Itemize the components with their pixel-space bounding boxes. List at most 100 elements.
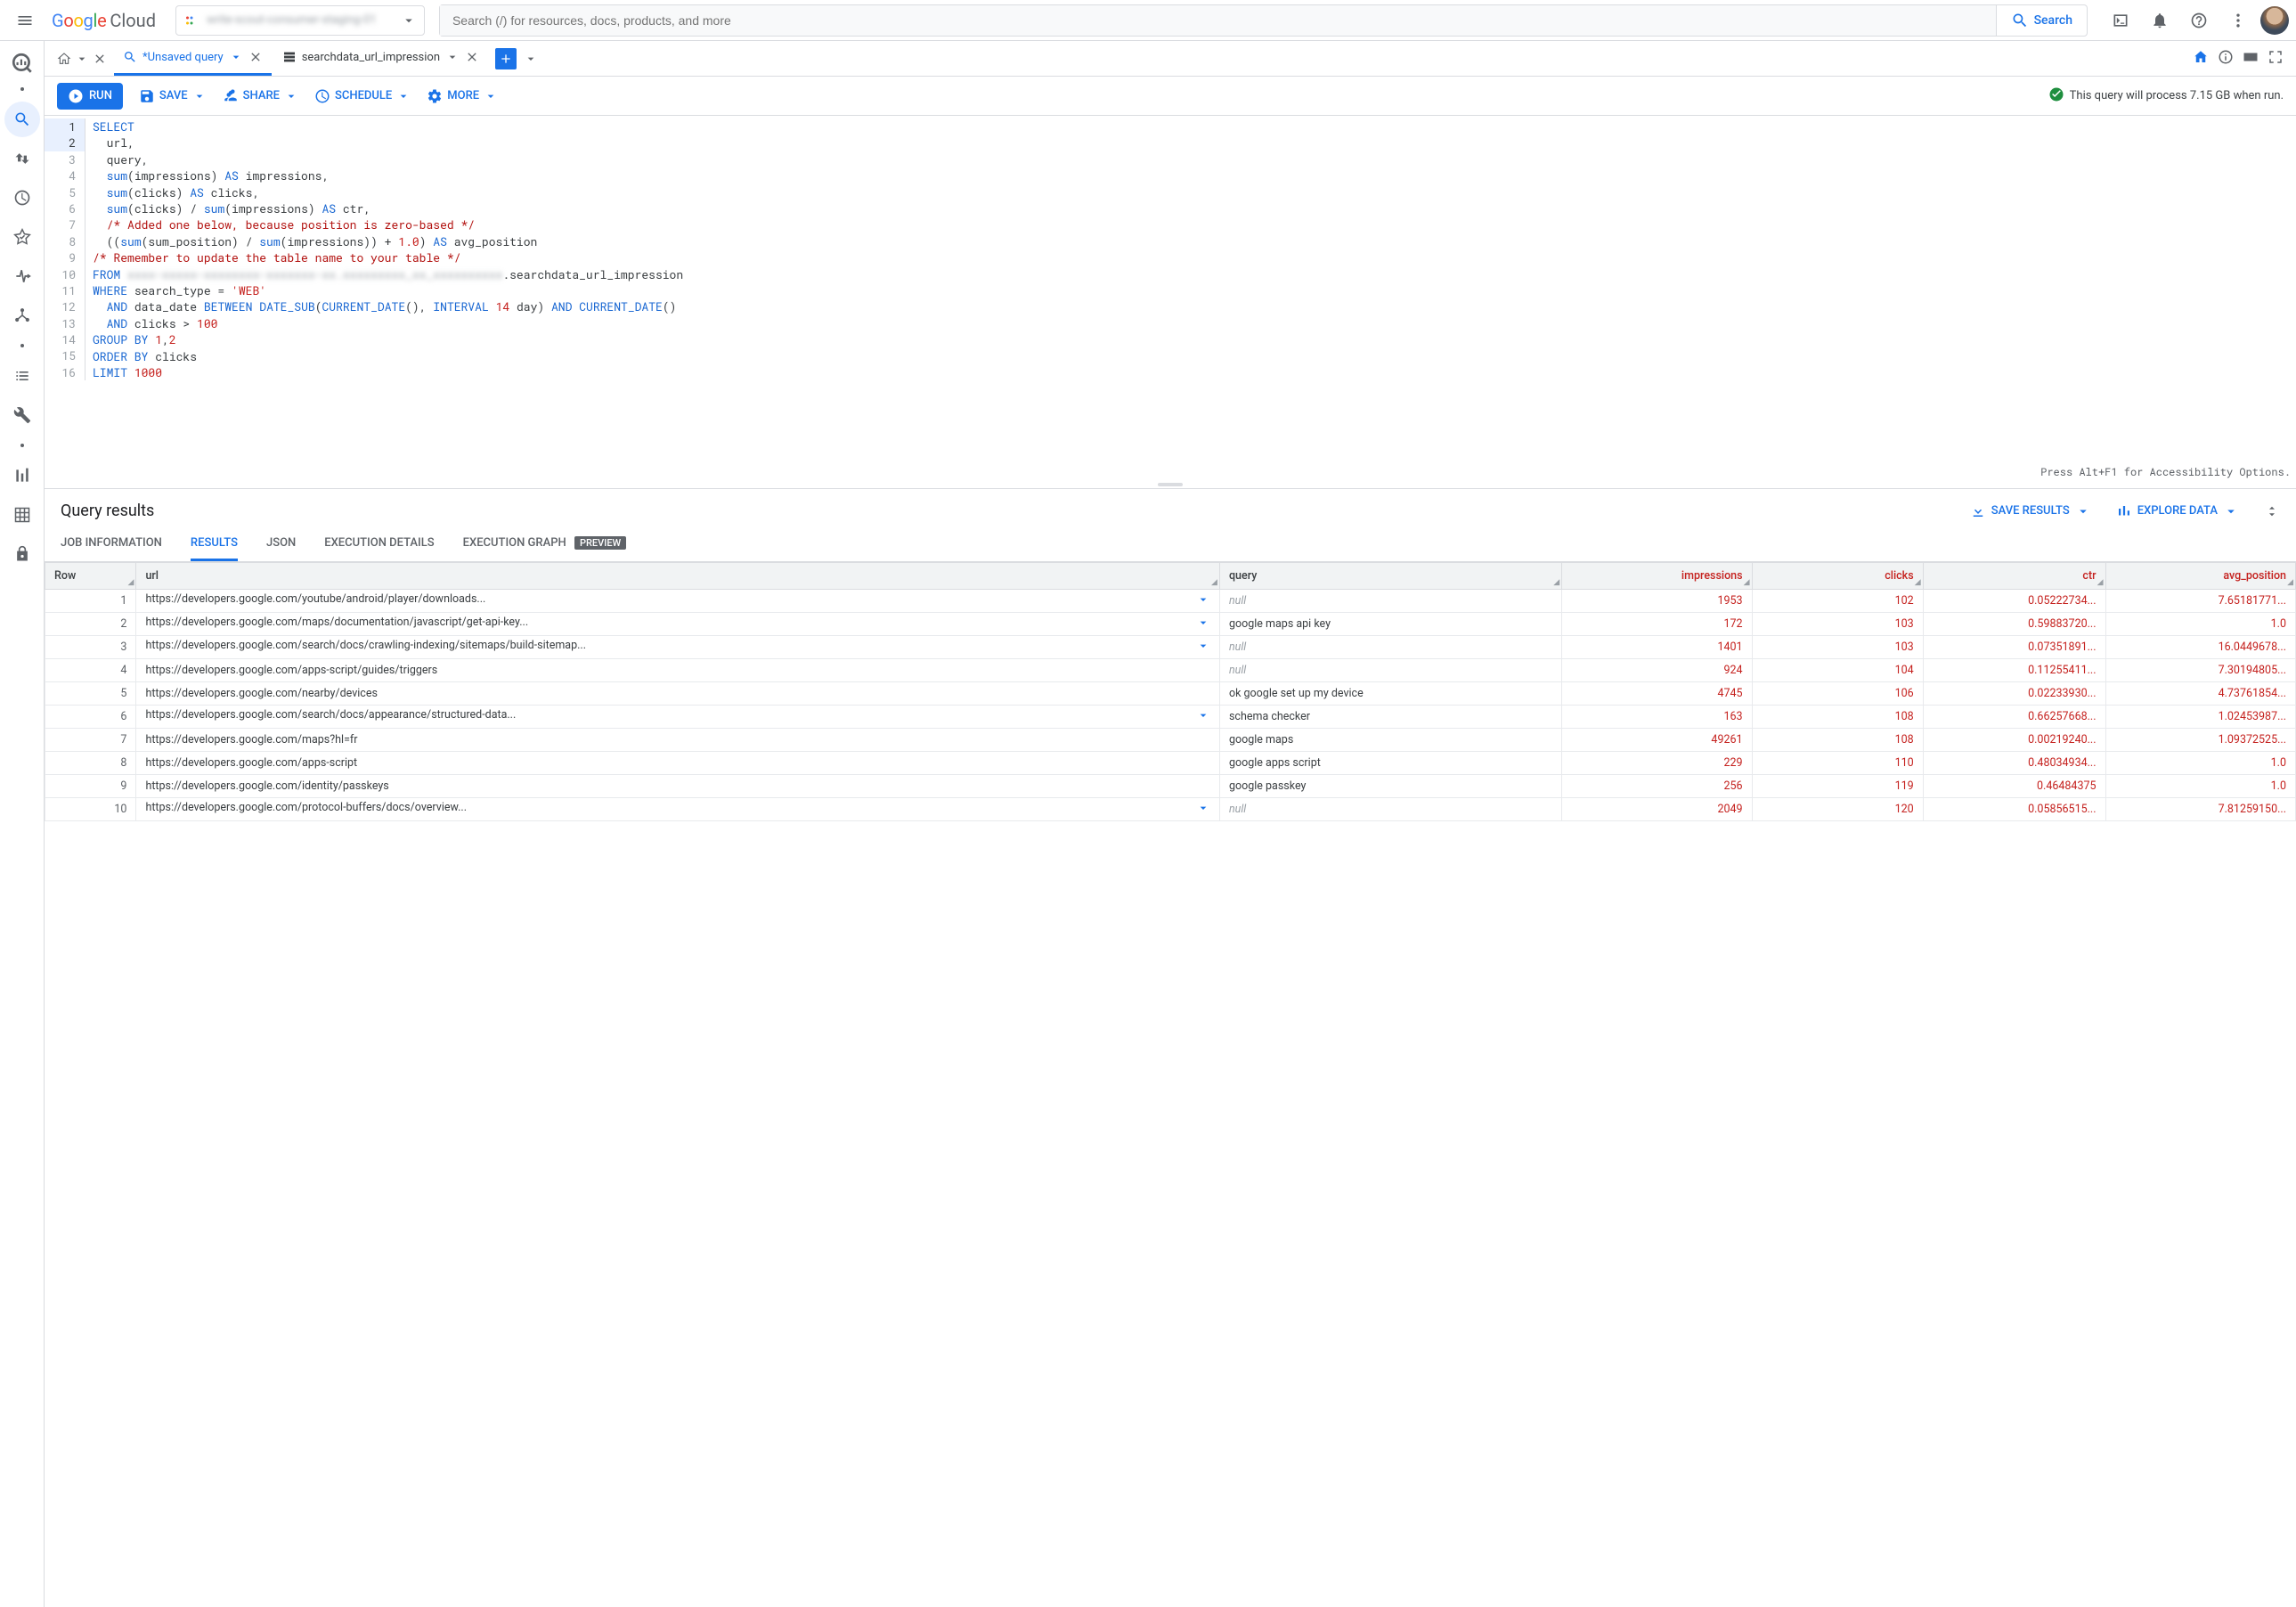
pane-resize-handle[interactable] bbox=[45, 481, 2296, 488]
rail-reservations-icon[interactable] bbox=[4, 219, 40, 255]
user-avatar[interactable] bbox=[2260, 6, 2289, 35]
column-header[interactable]: impressions◢ bbox=[1562, 563, 1752, 590]
gear-icon bbox=[427, 88, 443, 104]
rail-sql-icon[interactable] bbox=[4, 102, 40, 137]
editor-tabs: *Unsaved query searchdata_url_impression bbox=[45, 41, 2296, 77]
fullscreen-icon[interactable] bbox=[2268, 49, 2284, 69]
main-menu-icon[interactable] bbox=[7, 3, 43, 38]
column-header[interactable]: url◢ bbox=[136, 563, 1220, 590]
rail-transfers-icon[interactable] bbox=[4, 141, 40, 176]
home-outline-icon bbox=[57, 52, 71, 66]
tab-exec-graph[interactable]: EXECUTION GRAPH PREVIEW bbox=[463, 527, 627, 561]
share-icon bbox=[223, 88, 239, 104]
save-results-button[interactable]: SAVE RESULTS bbox=[1970, 503, 2091, 519]
caret-down-icon bbox=[2223, 503, 2239, 519]
preview-badge: PREVIEW bbox=[574, 536, 626, 550]
search-icon bbox=[2011, 12, 2029, 29]
table-row[interactable]: 3https://developers.google.com/search/do… bbox=[45, 636, 2296, 659]
share-button[interactable]: SHARE bbox=[223, 88, 298, 104]
sql-editor[interactable]: 12345678910111213141516 SELECT url, quer… bbox=[45, 116, 2296, 481]
rail-biengine-icon[interactable] bbox=[4, 258, 40, 294]
add-tab-button[interactable] bbox=[495, 48, 517, 69]
tab-menu-caret-icon[interactable] bbox=[524, 52, 538, 66]
google-cloud-logo[interactable]: Google Cloud bbox=[52, 10, 156, 31]
more-button[interactable]: MORE bbox=[427, 88, 498, 104]
schedule-icon bbox=[314, 88, 330, 104]
caret-down-icon bbox=[396, 89, 411, 103]
save-button[interactable]: SAVE bbox=[139, 88, 207, 104]
caret-down-icon bbox=[284, 89, 298, 103]
rail-settings-icon[interactable] bbox=[4, 397, 40, 433]
schedule-button[interactable]: SCHEDULE bbox=[314, 88, 411, 104]
tab-table[interactable]: searchdata_url_impression bbox=[273, 41, 488, 76]
column-header[interactable]: ctr◢ bbox=[1923, 563, 2105, 590]
a11y-hint: Press Alt+F1 for Accessibility Options. bbox=[2040, 465, 2291, 479]
query-validation: This query will process 7.15 GB when run… bbox=[2048, 86, 2284, 106]
explore-data-button[interactable]: EXPLORE DATA bbox=[2116, 503, 2239, 519]
home-breadcrumb[interactable] bbox=[52, 52, 112, 66]
tab-results[interactable]: RESULTS bbox=[191, 527, 238, 561]
column-header[interactable]: query◢ bbox=[1219, 563, 1561, 590]
tab-json[interactable]: JSON bbox=[266, 527, 296, 561]
top-header: Google Cloud write-scout-consumer-stagin… bbox=[0, 0, 2296, 41]
project-name: write-scout-consumer-staging-01 bbox=[207, 13, 394, 27]
column-header[interactable]: avg_position◢ bbox=[2105, 563, 2295, 590]
pin-home-icon[interactable] bbox=[2193, 49, 2209, 69]
more-vert-icon[interactable] bbox=[2221, 4, 2255, 37]
notifications-icon[interactable] bbox=[2143, 4, 2177, 37]
info-icon[interactable] bbox=[2218, 49, 2234, 69]
cloud-shell-icon[interactable] bbox=[2104, 4, 2137, 37]
play-icon bbox=[68, 88, 84, 104]
results-table[interactable]: Row◢url◢query◢impressions◢clicks◢ctr◢avg… bbox=[45, 562, 2296, 1607]
results-tabs: JOB INFORMATION RESULTS JSON EXECUTION D… bbox=[45, 527, 2296, 562]
left-rail bbox=[0, 41, 45, 1607]
rail-list-icon[interactable] bbox=[4, 358, 40, 394]
search-button[interactable]: Search bbox=[1996, 5, 2087, 36]
table-row[interactable]: 6https://developers.google.com/search/do… bbox=[45, 706, 2296, 729]
search-input[interactable] bbox=[440, 5, 1996, 36]
table-row[interactable]: 7https://developers.google.com/maps?hl=f… bbox=[45, 729, 2296, 752]
column-header[interactable]: clicks◢ bbox=[1752, 563, 1923, 590]
table-row[interactable]: 5https://developers.google.com/nearby/de… bbox=[45, 682, 2296, 706]
rail-connections-icon[interactable] bbox=[4, 298, 40, 333]
results-panel: Query results SAVE RESULTS EXPLORE DATA bbox=[45, 488, 2296, 1607]
tab-unsaved-query[interactable]: *Unsaved query bbox=[114, 41, 272, 76]
caret-down-icon bbox=[401, 12, 417, 29]
caret-down-icon bbox=[484, 89, 498, 103]
table-row[interactable]: 10https://developers.google.com/protocol… bbox=[45, 798, 2296, 821]
table-row[interactable]: 9https://developers.google.com/identity/… bbox=[45, 775, 2296, 798]
tab-exec-details[interactable]: EXECUTION DETAILS bbox=[324, 527, 434, 561]
caret-down-icon[interactable] bbox=[229, 50, 243, 64]
tab-job-info[interactable]: JOB INFORMATION bbox=[61, 527, 162, 561]
expand-results-icon[interactable] bbox=[2264, 503, 2280, 519]
chart-icon bbox=[2116, 503, 2132, 519]
table-row[interactable]: 8https://developers.google.com/apps-scri… bbox=[45, 752, 2296, 775]
rail-scheduled-icon[interactable] bbox=[4, 180, 40, 216]
help-icon[interactable] bbox=[2182, 4, 2216, 37]
close-icon[interactable] bbox=[248, 50, 263, 64]
caret-down-icon bbox=[2075, 503, 2091, 519]
rail-lock-icon[interactable] bbox=[4, 536, 40, 572]
unfold-icon bbox=[2264, 503, 2280, 519]
caret-down-icon bbox=[75, 52, 89, 66]
caret-down-icon bbox=[192, 89, 207, 103]
close-icon[interactable] bbox=[465, 50, 479, 64]
close-icon[interactable] bbox=[93, 52, 107, 66]
rail-chart-icon[interactable] bbox=[4, 458, 40, 494]
header-utilities bbox=[2104, 4, 2289, 37]
column-header[interactable]: Row◢ bbox=[45, 563, 136, 590]
check-circle-icon bbox=[2048, 86, 2064, 106]
table-icon bbox=[282, 50, 297, 64]
run-button[interactable]: RUN bbox=[57, 83, 123, 110]
bigquery-logo-icon[interactable] bbox=[9, 50, 36, 77]
table-row[interactable]: 2https://developers.google.com/maps/docu… bbox=[45, 613, 2296, 636]
caret-down-icon[interactable] bbox=[445, 50, 460, 64]
save-icon bbox=[139, 88, 155, 104]
table-row[interactable]: 1https://developers.google.com/youtube/a… bbox=[45, 590, 2296, 613]
project-picker[interactable]: write-scout-consumer-staging-01 bbox=[175, 5, 425, 36]
rail-table-icon[interactable] bbox=[4, 497, 40, 533]
keyboard-icon[interactable] bbox=[2243, 49, 2259, 69]
global-search: Search bbox=[439, 4, 2088, 37]
table-row[interactable]: 4https://developers.google.com/apps-scri… bbox=[45, 659, 2296, 682]
query-icon bbox=[123, 50, 137, 64]
